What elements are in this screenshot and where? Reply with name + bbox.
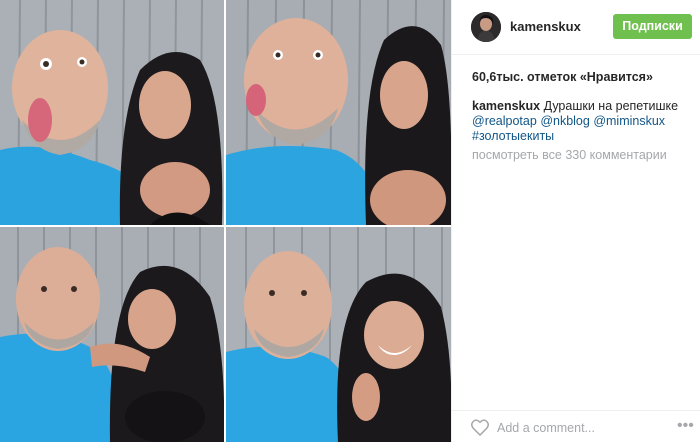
photo-3-image	[0, 227, 224, 442]
caption-username-link[interactable]: kamenskux	[472, 99, 540, 113]
mention-link[interactable]: @nkblog	[540, 114, 590, 128]
mention-link[interactable]: @miminskux	[593, 114, 665, 128]
view-all-comments-link[interactable]: посмотреть все 330 комментарии	[472, 148, 667, 162]
post-caption: kamenskux Дурашки на репетишке @realpota…	[472, 99, 694, 144]
caption-mentions: @realpotap @nkblog @miminskux	[472, 114, 694, 129]
ellipsis-icon[interactable]: •••	[677, 418, 695, 435]
photo-tile-1[interactable]	[0, 0, 224, 225]
comment-input[interactable]	[497, 417, 647, 439]
hashtag-link[interactable]: #золотыекиты	[472, 129, 694, 144]
photo-2-image	[226, 0, 451, 225]
likes-count[interactable]: 60,6тыс. отметок «Нравится»	[472, 70, 653, 84]
heart-icon[interactable]	[471, 419, 489, 436]
post-details-panel: kamenskux Подписки 60,6тыс. отметок «Нра…	[451, 0, 700, 442]
post-photo-collage[interactable]	[0, 0, 451, 442]
photo-tile-4[interactable]	[226, 227, 451, 442]
photo-tile-2[interactable]	[226, 0, 451, 225]
photo-tile-3[interactable]	[0, 227, 224, 442]
post-footer: •••	[452, 410, 700, 442]
post-header: kamenskux Подписки	[452, 0, 700, 55]
avatar[interactable]	[471, 12, 501, 42]
mention-link[interactable]: @realpotap	[472, 114, 537, 128]
profile-username-link[interactable]: kamenskux	[510, 19, 581, 34]
photo-4-image	[226, 227, 451, 442]
caption-text: Дурашки на репетишке	[540, 99, 679, 113]
photo-1-image	[0, 0, 224, 225]
avatar-image	[471, 12, 501, 42]
follow-button[interactable]: Подписки	[613, 14, 692, 39]
